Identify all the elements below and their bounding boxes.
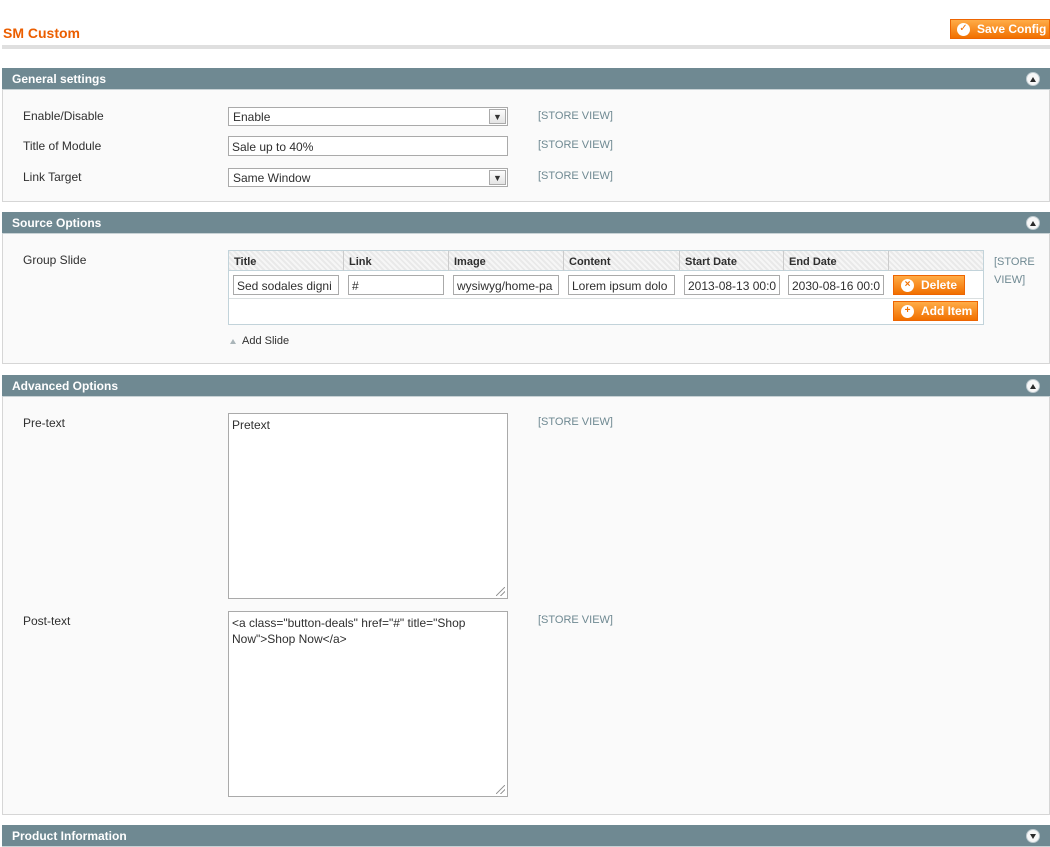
triangle-up-icon (230, 338, 236, 344)
label-group-slide: Group Slide (23, 253, 87, 267)
section-body-general (2, 90, 1050, 202)
scope-line-1: [STORE (994, 256, 1035, 268)
slide-content-input[interactable]: Lorem ipsum dolo (568, 275, 675, 295)
column-end-date: End Date (784, 251, 889, 271)
section-title-source: Source Options (12, 215, 102, 230)
column-start-date: Start Date (680, 251, 784, 271)
section-header-general[interactable]: General settings (2, 68, 1050, 90)
chevron-down-icon[interactable]: ▼ (489, 109, 506, 124)
chevron-down-icon[interactable]: ▼ (489, 170, 506, 185)
scope-line-2: VIEW] (994, 274, 1026, 286)
add-item-button[interactable]: + Add Item (893, 301, 978, 321)
delete-label: Delete (921, 278, 958, 292)
section-header-product[interactable]: Product Information (2, 825, 1050, 847)
collapse-icon[interactable] (1026, 379, 1040, 393)
label-target: Link Target (23, 170, 82, 184)
expand-icon[interactable] (1026, 829, 1040, 843)
title-input[interactable]: Sale up to 40% (228, 136, 508, 156)
scope-pretext: [STORE VIEW] (538, 416, 613, 428)
section-header-advanced[interactable]: Advanced Options (2, 375, 1050, 397)
section-title-advanced: Advanced Options (12, 378, 119, 393)
collapse-icon[interactable] (1026, 72, 1040, 86)
title-divider (2, 45, 1050, 49)
slide-title-input[interactable]: Sed sodales digni (233, 275, 339, 295)
add-slide-label: Add Slide (242, 335, 290, 347)
enable-select[interactable]: Enable ▼ (228, 107, 508, 126)
collapse-icon[interactable] (1026, 216, 1040, 230)
slide-link-input[interactable]: # (348, 275, 444, 295)
scope-title: [STORE VIEW] (538, 139, 613, 151)
slide-start-date-input[interactable]: 2013-08-13 00:0 (684, 275, 780, 295)
enable-select-value: Enable (233, 110, 271, 124)
scope-enable: [STORE VIEW] (538, 110, 613, 122)
check-circle-icon: ✓ (957, 22, 970, 36)
section-title-general: General settings (12, 71, 107, 86)
label-title: Title of Module (23, 139, 102, 153)
add-item-label: Add Item (921, 304, 973, 318)
slide-end-date-input[interactable]: 2030-08-16 00:0 (788, 275, 884, 295)
grid-header: Title Link Image Content Start Date End … (229, 251, 983, 271)
save-config-button[interactable]: ✓ Save Config (950, 19, 1050, 39)
scope-target: [STORE VIEW] (538, 170, 613, 182)
posttext-textarea[interactable]: <a class="button-deals" href="#" title="… (228, 611, 508, 797)
section-body-advanced (2, 397, 1050, 815)
column-content: Content (564, 251, 680, 271)
resize-grip-icon[interactable] (496, 785, 505, 794)
slide-grid: Title Link Image Content Start Date End … (228, 250, 984, 325)
link-target-select[interactable]: Same Window ▼ (228, 168, 508, 187)
scope-posttext: [STORE VIEW] (538, 614, 613, 626)
column-actions (889, 251, 983, 271)
resize-grip-icon[interactable] (496, 587, 505, 596)
x-circle-icon: × (901, 278, 914, 292)
label-pretext: Pre-text (23, 416, 66, 430)
page-title: SM Custom (3, 25, 80, 41)
column-link: Link (344, 251, 449, 271)
pretext-value: Pretext (232, 418, 271, 432)
add-slide-link[interactable]: Add Slide (230, 335, 289, 347)
pretext-textarea[interactable]: Pretext (228, 413, 508, 599)
label-posttext: Post-text (23, 614, 71, 628)
column-image: Image (449, 251, 564, 271)
section-header-source[interactable]: Source Options (2, 212, 1050, 234)
scope-group-slide: [STORE VIEW] (994, 253, 1035, 289)
posttext-value: <a class="button-deals" href="#" title="… (232, 616, 466, 646)
section-title-product: Product Information (12, 828, 127, 843)
save-config-label: Save Config (977, 22, 1047, 36)
delete-button[interactable]: × Delete (893, 275, 965, 295)
label-enable: Enable/Disable (23, 109, 104, 123)
link-target-value: Same Window (233, 171, 311, 185)
table-row: Sed sodales digni # wysiwyg/home-pa Lore… (229, 271, 983, 299)
plus-circle-icon: + (901, 304, 914, 318)
slide-image-input[interactable]: wysiwyg/home-pa (453, 275, 559, 295)
column-title: Title (229, 251, 344, 271)
